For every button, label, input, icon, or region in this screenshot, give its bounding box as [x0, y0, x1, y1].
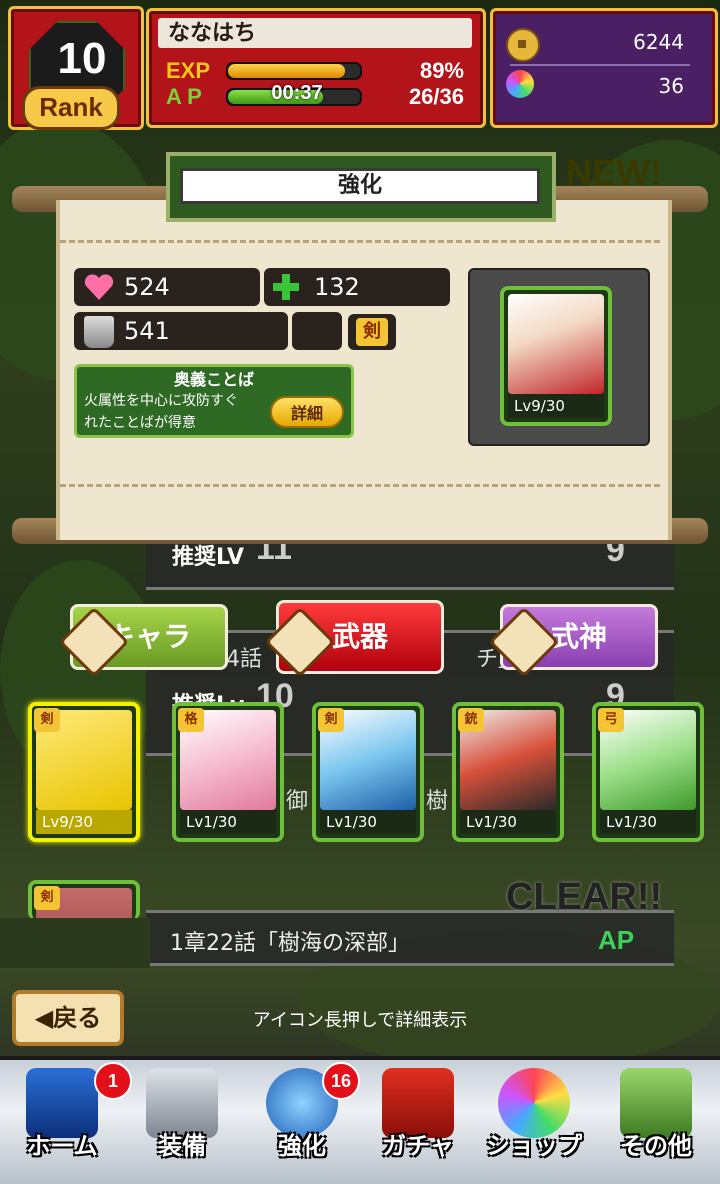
ap-label: AP — [598, 925, 635, 955]
character-card[interactable]: 剣 — [28, 880, 140, 920]
exp-label: EXP — [166, 58, 211, 83]
character-card[interactable]: 格 Lv1/30 — [172, 702, 284, 842]
nav-label: ホーム — [26, 1132, 98, 1160]
player-name: ななはち — [158, 18, 472, 48]
tab-label: 式神 — [550, 620, 607, 653]
character-card-selected[interactable]: 剣 Lv9/30 — [28, 702, 140, 842]
rank-label: Rank — [22, 86, 120, 130]
tab-label: 武器 — [331, 620, 388, 653]
card-level: Lv1/30 — [180, 810, 276, 834]
card-level: Lv9/30 — [36, 810, 132, 834]
shield-icon — [84, 316, 114, 348]
character-card[interactable]: 剣 Lv1/30 — [312, 702, 424, 842]
character-card[interactable]: 弓 Lv1/30 — [592, 702, 704, 842]
selected-character-card[interactable]: Lv9/30 — [500, 286, 612, 426]
soul-count: 36 — [658, 74, 684, 98]
hp-value: 524 — [124, 273, 170, 301]
coin-icon — [506, 28, 540, 62]
coin-count: 6244 — [633, 30, 684, 54]
heart-icon — [84, 274, 114, 300]
quest-title: 御 — [286, 789, 309, 814]
ap-label: A P — [166, 84, 202, 109]
nav-home[interactable]: 1 ホーム — [4, 1062, 132, 1176]
weapon-type-badge: 弓 — [598, 708, 624, 732]
weapon-type-badge: 剣 — [34, 708, 60, 732]
empty-stat-slot — [292, 312, 342, 350]
tab-character[interactable]: キャラ — [58, 604, 228, 678]
skill-title: 奥義ことば — [173, 370, 254, 389]
defense-value: 541 — [124, 317, 170, 345]
nav-gacha[interactable]: ガチャ — [360, 1064, 476, 1176]
nav-label: 強化 — [278, 1132, 326, 1160]
clear-badge: CLEAR!! — [506, 876, 663, 918]
nav-label: ショップ — [486, 1132, 582, 1160]
back-button[interactable]: ◀戻る — [12, 990, 124, 1046]
nav-equip[interactable]: 装備 — [124, 1064, 240, 1176]
nav-label: その他 — [620, 1132, 692, 1160]
detail-button[interactable]: 詳細 — [270, 396, 344, 428]
nav-enhance[interactable]: 16 強化 — [244, 1062, 360, 1176]
nav-label: 装備 — [158, 1132, 206, 1160]
sword-icon — [264, 606, 336, 678]
quest-title-end: 樹 — [426, 789, 449, 814]
weapon-type-badge: 剣 — [318, 708, 344, 732]
tab-weapon[interactable]: 武器 — [264, 600, 444, 678]
panel-title: 強化 — [180, 168, 540, 204]
status-header: 10 Rank ななはち EXP A P 00:37 89% 26/36 624… — [0, 0, 720, 130]
plus-icon — [273, 274, 299, 300]
exp-bar — [226, 62, 362, 80]
character-card[interactable]: 銃 Lv1/30 — [452, 702, 564, 842]
card-level: Lv9/30 — [508, 394, 604, 418]
card-level: Lv1/30 — [320, 810, 416, 834]
ap-timer: 00:37 — [271, 82, 323, 104]
tab-shikigami[interactable]: 式神 — [488, 604, 658, 678]
rank-level: 10 — [57, 34, 107, 83]
hint-text: アイコン長押しで詳細表示 — [252, 1010, 468, 1031]
nav-label: ガチャ — [382, 1132, 454, 1160]
skill-description: 火属性を中心に攻防すぐ れたことばが得意 — [84, 393, 238, 431]
weapon-type-badge: 銃 — [458, 708, 484, 732]
card-list-mask — [0, 918, 150, 968]
weapon-type-badge: 剣 — [34, 886, 60, 910]
ap-value: 26/36 — [408, 84, 464, 109]
divider — [510, 64, 690, 66]
card-level: Lv1/30 — [460, 810, 556, 834]
selected-portrait-frame: Lv9/30 — [468, 268, 650, 446]
weapon-type-badge: 格 — [178, 708, 204, 732]
notification-badge: 16 — [322, 1062, 360, 1100]
nav-other[interactable]: その他 — [598, 1064, 714, 1176]
wallet-box — [490, 8, 718, 128]
weapon-type-label: 剣 — [356, 318, 388, 346]
heal-value: 132 — [314, 273, 360, 301]
soul-icon — [506, 70, 534, 98]
card-level: Lv1/30 — [600, 810, 696, 834]
exp-percent: 89% — [419, 58, 464, 83]
nav-shop[interactable]: ショップ — [476, 1064, 592, 1176]
quest-title: 1章22話「樹海の深部」 — [170, 931, 410, 956]
